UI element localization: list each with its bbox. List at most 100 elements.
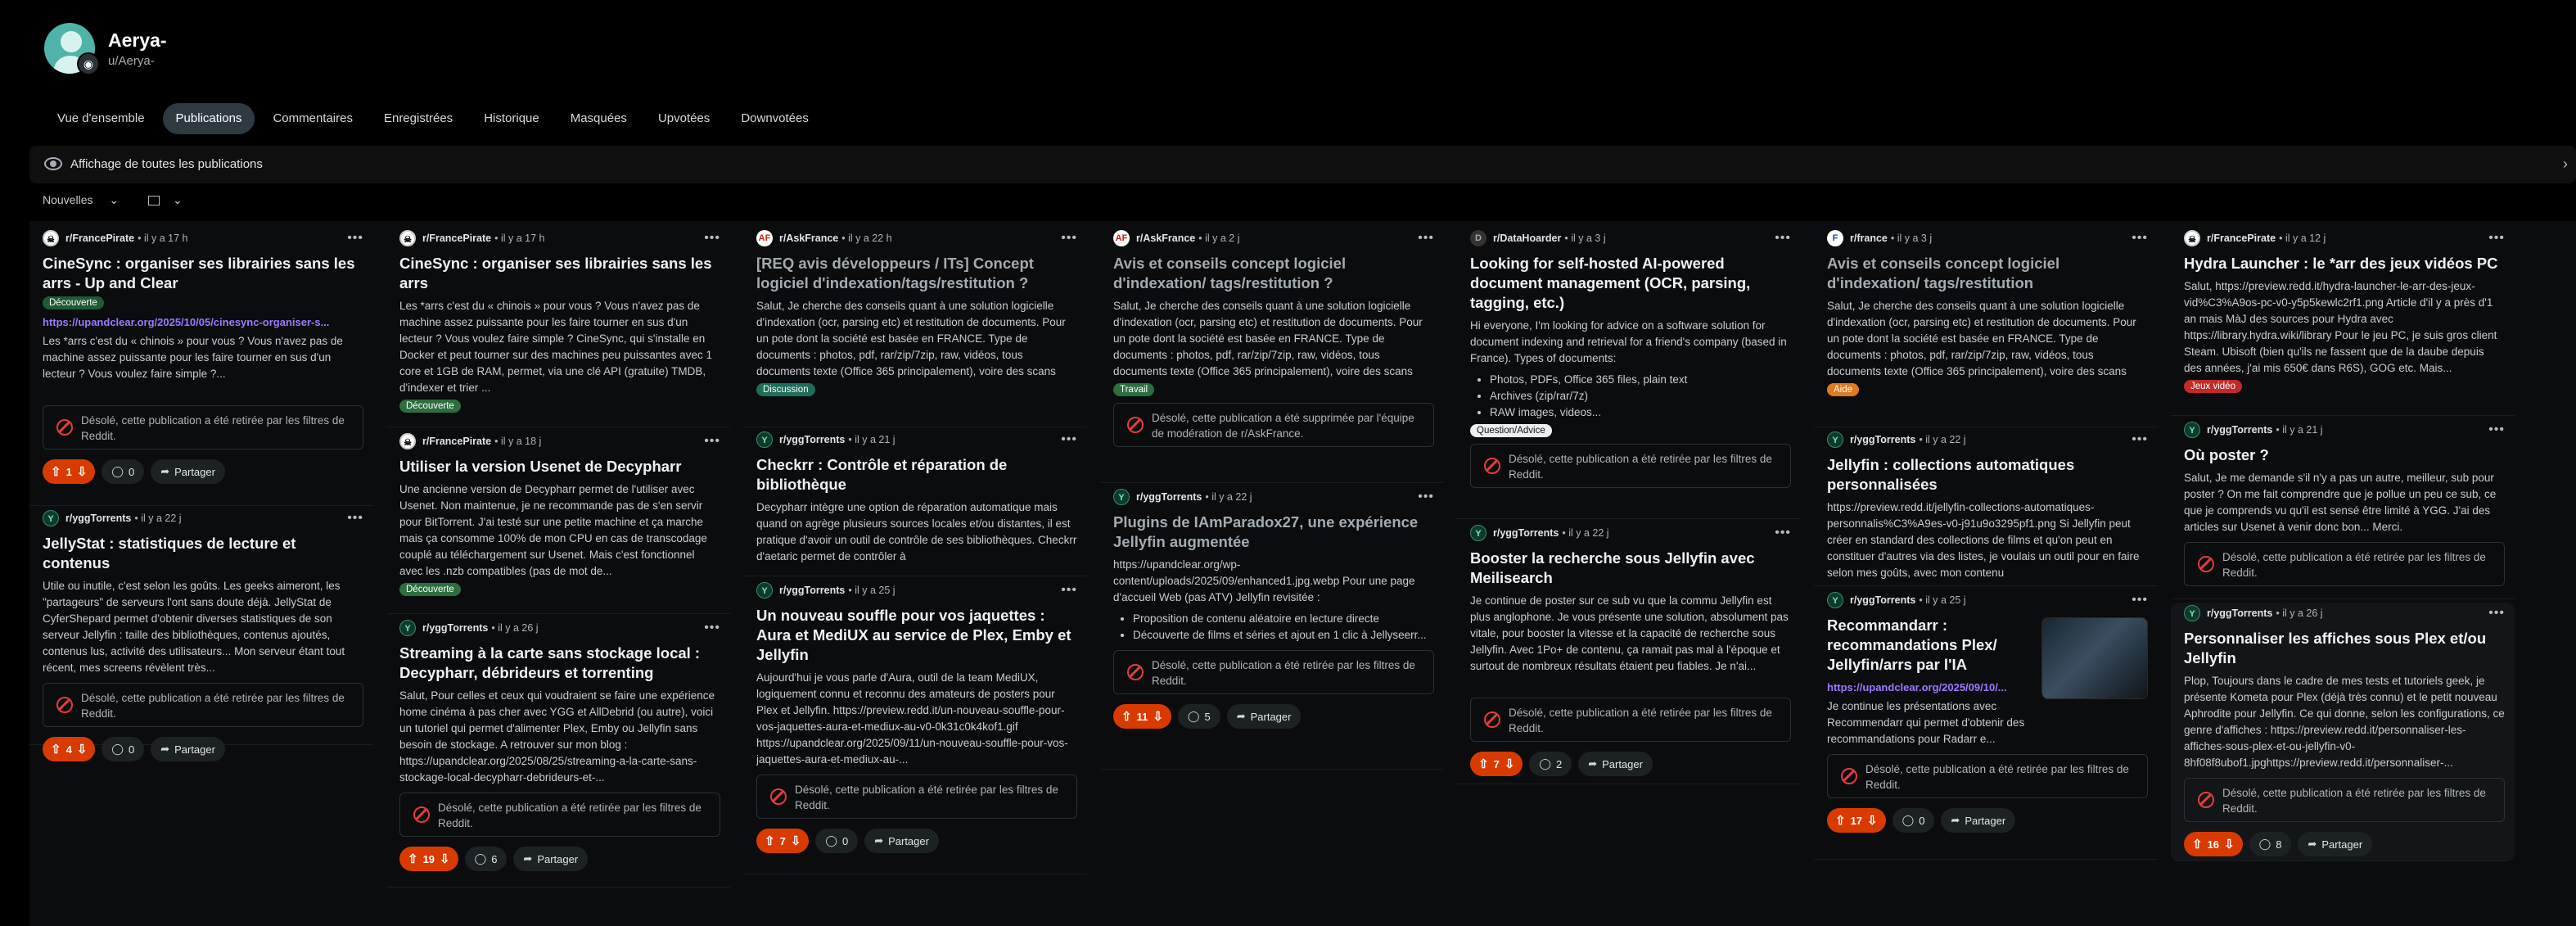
share-button[interactable]: ➦ Partager [151,459,225,484]
subreddit-name[interactable]: r/FrancePirate [422,436,491,447]
upvote-icon[interactable]: ⇧ [765,833,775,848]
post-title[interactable]: Personnaliser les affiches sous Plex et/… [2184,629,2505,668]
more-options-icon[interactable]: ••• [2132,593,2148,608]
subreddit-name[interactable]: r/yggTorrents [1850,434,1915,445]
subreddit-name[interactable]: r/yggTorrents [65,513,131,524]
subreddit-name[interactable]: r/yggTorrents [1493,527,1559,539]
post-thumbnail[interactable] [2041,617,2148,699]
share-button[interactable]: ➦ Partager [513,847,589,871]
more-options-icon[interactable]: ••• [1418,231,1434,246]
subreddit-name[interactable]: r/yggTorrents [779,434,845,445]
tab-posts[interactable]: Publications [162,103,255,134]
post-flair[interactable]: Découverte [43,296,104,309]
post-card[interactable]: Fr/france • il y a 3 j ••• Avis et conseil… [1814,228,2158,427]
upvote-icon[interactable]: ⇧ [1478,757,1489,771]
subreddit-name[interactable]: r/yggTorrents [2207,608,2272,619]
post-card[interactable]: Yr/yggTorrents • il y a 26 j ••• Personnal… [2171,603,2515,861]
share-button[interactable]: ➦ Partager [864,829,939,853]
post-title[interactable]: Jellyfin : collections automatiques pers… [1827,455,2148,495]
more-options-icon[interactable]: ••• [347,511,363,526]
post-card[interactable]: ☠ r/FrancePirate • il y a 17 h ••• CineSync… [29,228,373,506]
post-title[interactable]: Streaming à la carte sans stockage local… [399,644,720,683]
post-title[interactable]: Avis et conseils concept logiciel d'inde… [1827,254,2148,293]
upvote-icon[interactable]: ⇧ [1121,709,1132,724]
comments-button[interactable]: ◯ 0 [815,829,859,853]
subreddit-name[interactable]: r/AskFrance [1136,233,1195,244]
post-title[interactable]: JellyStat : statistiques de lecture et c… [43,534,363,573]
post-card[interactable]: Yr/yggTorrents • il y a 21 j ••• Où poster… [2171,419,2515,599]
subreddit-name[interactable]: r/yggTorrents [422,622,488,634]
subreddit-name[interactable]: r/FrancePirate [422,233,491,244]
downvote-icon[interactable]: ⇩ [77,742,88,757]
post-title[interactable]: Plugins de IAmParadox27, une expérience … [1113,513,1434,552]
more-options-icon[interactable]: ••• [704,231,720,246]
downvote-icon[interactable]: ⇩ [791,833,801,848]
vote-control[interactable]: ⇧ 7 ⇩ [1470,752,1523,776]
upvote-icon[interactable]: ⇧ [1835,813,1846,828]
downvote-icon[interactable]: ⇩ [440,851,450,866]
post-link[interactable]: https://upandclear.org/2025/10/05/cinesy… [43,316,363,328]
more-options-icon[interactable]: ••• [1061,432,1077,447]
tab-history[interactable]: Historique [471,103,553,134]
post-title[interactable]: Checkrr : Contrôle et réparation de bibl… [756,455,1077,495]
post-link[interactable]: https://upandclear.org/2025/09/10/... [1827,681,2040,693]
post-card[interactable]: Dr/DataHoarder • il y a 3 j ••• Looking fo… [1457,228,1801,519]
downvote-icon[interactable]: ⇩ [1505,757,1515,771]
comments-button[interactable]: ◯ 2 [1529,752,1572,776]
upvote-icon[interactable]: ⇧ [408,851,418,866]
post-title[interactable]: Un nouveau souffle pour vos jaquettes : … [756,606,1077,665]
post-card[interactable]: Yr/yggTorrents • il y a 22 j ••• Jellyfin … [1814,429,2158,586]
downvote-icon[interactable]: ⇩ [2224,837,2235,851]
post-card[interactable]: Yr/yggTorrents • il y a 25 j ••• Un nouvea… [743,580,1087,874]
post-flair[interactable]: Aide [1827,383,1860,396]
post-card[interactable]: Yr/yggTorrents • il y a 22 j ••• Booster l… [1457,522,1801,784]
share-button[interactable]: ➦ Partager [1226,704,1302,729]
post-flair[interactable]: Jeux vidéo [2184,380,2242,393]
post-title[interactable]: [REQ avis développeurs / ITs] Concept lo… [756,254,1077,293]
post-title[interactable]: Où poster ? [2184,445,2505,465]
post-card[interactable]: ☠ r/FrancePirate • il y a 17 h ••• CineSync… [386,228,730,427]
post-card[interactable]: ☠ r/FrancePirate • il y a 12 j ••• Hydra La… [2171,228,2515,416]
post-title[interactable]: Utiliser la version Usenet de Decypharr [399,457,720,477]
subreddit-name[interactable]: r/yggTorrents [2207,424,2272,436]
upvote-icon[interactable]: ⇧ [51,742,61,757]
subreddit-name[interactable]: r/DataHoarder [1493,233,1561,244]
post-title[interactable]: Avis et conseils concept logiciel d'inde… [1113,254,1434,293]
share-button[interactable]: ➦ Partager [1941,808,2016,833]
more-options-icon[interactable]: ••• [347,231,363,246]
post-flair[interactable]: Découverte [399,400,461,413]
post-card[interactable]: Yr/yggTorrents • il y a 22 j ••• JellyStat… [29,508,373,761]
post-title[interactable]: CineSync : organiser ses librairies sans… [43,254,363,293]
post-title[interactable]: Booster la recherche sous Jellyfin avec … [1470,549,1791,588]
subreddit-name[interactable]: r/FrancePirate [65,233,134,244]
post-card[interactable]: Yr/yggTorrents • il y a 22 j ••• Plugins d… [1100,486,1444,770]
post-card[interactable]: ☠ r/FrancePirate • il y a 18 j ••• Utiliser… [386,431,730,614]
vote-control[interactable]: ⇧ 1 ⇩ [43,459,96,484]
vote-control[interactable]: ⇧ 19 ⇩ [399,847,458,871]
more-options-icon[interactable]: ••• [2488,606,2505,621]
vote-control[interactable]: ⇧ 11 ⇩ [1113,704,1171,729]
comments-button[interactable]: ◯ 0 [102,459,145,484]
comments-button[interactable]: ◯ 0 [1892,808,1935,833]
post-card[interactable]: Yr/yggTorrents • il y a 26 j ••• Streaming… [386,617,730,888]
post-title[interactable]: Looking for self-hosted AI-powered docum… [1470,254,1791,313]
more-options-icon[interactable]: ••• [1061,231,1077,246]
more-options-icon[interactable]: ••• [704,621,720,635]
vote-control[interactable]: ⇧ 17 ⇩ [1827,808,1886,833]
subreddit-name[interactable]: r/AskFrance [779,233,838,244]
post-flair[interactable]: Question/Advice [1470,424,1552,437]
tab-downvoted[interactable]: Downvotées [728,103,822,134]
more-options-icon[interactable]: ••• [704,434,720,449]
downvote-icon[interactable]: ⇩ [77,464,88,479]
upvote-icon[interactable]: ⇧ [2192,837,2203,851]
vote-control[interactable]: ⇧ 16 ⇩ [2184,832,2243,856]
camera-icon[interactable]: ◉ [77,52,100,75]
comments-button[interactable]: ◯ 5 [1177,704,1220,729]
post-card[interactable]: Yr/yggTorrents • il y a 25 j ••• Recommand… [1814,589,2158,860]
show-all-posts-bar[interactable]: Affichage de toutes les publications › [29,146,2576,183]
post-flair[interactable]: Discussion [756,383,815,396]
more-options-icon[interactable]: ••• [1775,526,1791,540]
subreddit-name[interactable]: r/yggTorrents [1136,491,1202,503]
comments-button[interactable]: ◯ 6 [464,847,508,871]
post-flair[interactable]: Travail [1113,383,1155,396]
